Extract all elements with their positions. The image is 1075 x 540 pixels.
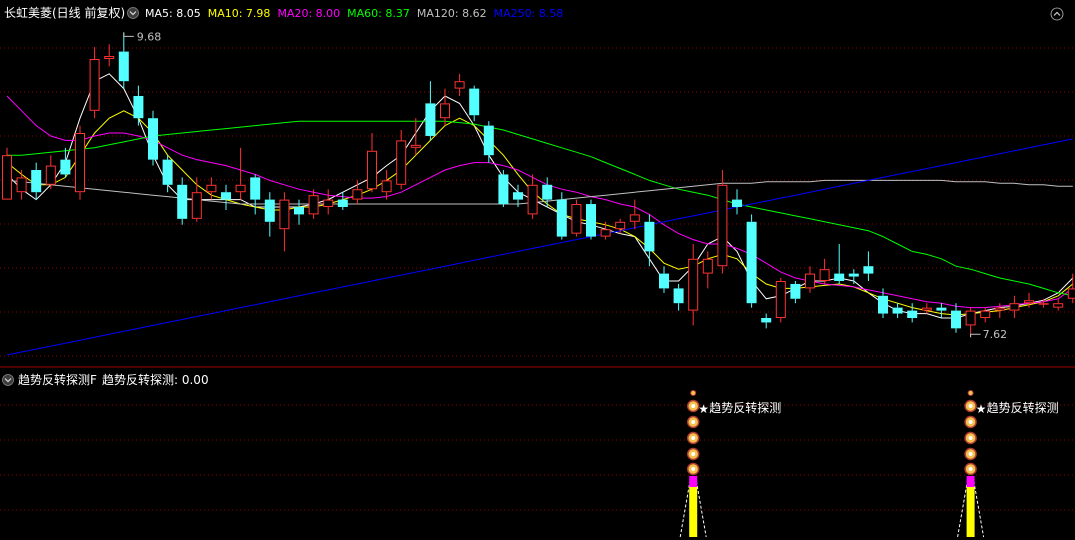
candle	[469, 85, 480, 122]
candle	[659, 266, 669, 293]
candle	[673, 283, 684, 311]
low-marker-arrow	[970, 333, 981, 338]
candle	[45, 155, 56, 190]
candle	[264, 192, 275, 237]
candle	[2, 147, 12, 200]
candle	[878, 288, 888, 318]
candle	[498, 170, 509, 207]
ma-legend-item: MA60: 8.37	[347, 7, 410, 20]
candle	[454, 73, 465, 96]
ma-legend-item: MA10: 7.98	[208, 7, 271, 20]
grid-lines	[0, 47, 1075, 511]
candle	[527, 174, 538, 219]
ma-legend: MA5: 8.05 MA10: 7.98 MA20: 8.00 MA60: 8.37 M…	[145, 7, 563, 20]
candle	[75, 125, 85, 200]
candle	[892, 303, 903, 318]
expand-icon[interactable]	[1050, 7, 1064, 21]
candle	[483, 121, 494, 163]
signal-series: ★ 趋势反转探测 ★ 趋势反转探测	[679, 390, 1059, 538]
signal-marker: ★ 趋势反转探测	[679, 390, 781, 538]
candle	[31, 162, 42, 200]
candle	[133, 85, 144, 126]
candle	[294, 199, 304, 225]
candle	[89, 47, 100, 119]
candle	[936, 303, 947, 318]
main-panel-header: 长虹美菱(日线 前复权) MA5: 8.05 MA10: 7.98 MA20: 8.…	[4, 5, 563, 20]
candle	[367, 133, 377, 193]
candle	[250, 174, 261, 215]
candle	[308, 189, 319, 219]
candle	[16, 170, 27, 200]
candle	[440, 88, 450, 126]
candle	[790, 281, 801, 304]
candle	[162, 155, 173, 193]
candle	[1009, 295, 1020, 318]
candle	[951, 303, 961, 333]
signal-label: 趋势反转探测	[987, 400, 1059, 415]
ma-legend-item: MA120: 8.62	[417, 7, 487, 20]
candle	[323, 189, 334, 215]
candle	[834, 244, 845, 284]
candle	[586, 199, 596, 240]
candle	[221, 184, 231, 210]
indicator-title[interactable]: 趋势反转探测F	[18, 372, 97, 387]
candle	[337, 192, 348, 210]
ma5-line	[6, 73, 1074, 319]
candle	[819, 258, 830, 284]
stock-title[interactable]: 长虹美菱(日线 前复权)	[4, 5, 125, 20]
candle	[177, 177, 188, 225]
low-price-label: 7.62	[983, 328, 1008, 341]
signal-marker: ★ 趋势反转探测	[957, 390, 1059, 538]
indicator-value: 趋势反转探测: 0.00	[102, 372, 209, 387]
candle	[410, 118, 421, 156]
candle	[775, 278, 786, 323]
candle	[717, 170, 728, 274]
candle	[732, 189, 742, 215]
candle	[148, 110, 158, 166]
candle	[644, 214, 655, 267]
sub-panel-header: 趋势反转探测F 趋势反转探测: 0.00	[2, 372, 209, 387]
candle	[965, 307, 976, 338]
ma-legend-item: MA250: 8.58	[494, 7, 564, 20]
candlestick-series	[2, 32, 1075, 338]
candle	[746, 214, 757, 308]
candle	[702, 251, 713, 289]
high-price-label: 9.68	[137, 30, 162, 43]
candle	[396, 130, 407, 190]
candle	[805, 266, 815, 293]
candle	[1067, 273, 1075, 304]
ma-legend-item: MA5: 8.05	[145, 7, 201, 20]
candle	[542, 177, 553, 207]
candle	[848, 269, 859, 284]
stock-chart: 9.68 7.62 ★ 趋势反转探测 ★ 趋势反转探测 长虹美菱(日线 前复权) MA…	[0, 5, 1075, 538]
candle	[279, 192, 290, 252]
candle	[571, 199, 582, 237]
star-icon: ★	[976, 402, 987, 416]
candle	[921, 303, 932, 314]
candle	[761, 313, 772, 329]
candle	[235, 147, 246, 200]
chevron-down-icon[interactable]	[127, 7, 139, 19]
high-marker-arrow	[123, 32, 134, 37]
star-icon: ★	[698, 402, 709, 416]
candle	[688, 244, 699, 326]
candle	[352, 180, 363, 205]
candle	[118, 32, 129, 89]
candle	[863, 251, 874, 281]
candle	[1053, 298, 1064, 311]
ma-legend-item: MA20: 8.00	[277, 7, 340, 20]
chevron-down-icon-sub[interactable]	[2, 374, 14, 386]
candle	[425, 81, 436, 141]
candle	[629, 199, 640, 230]
signal-label: 趋势反转探测	[709, 400, 781, 415]
candle	[191, 177, 202, 222]
